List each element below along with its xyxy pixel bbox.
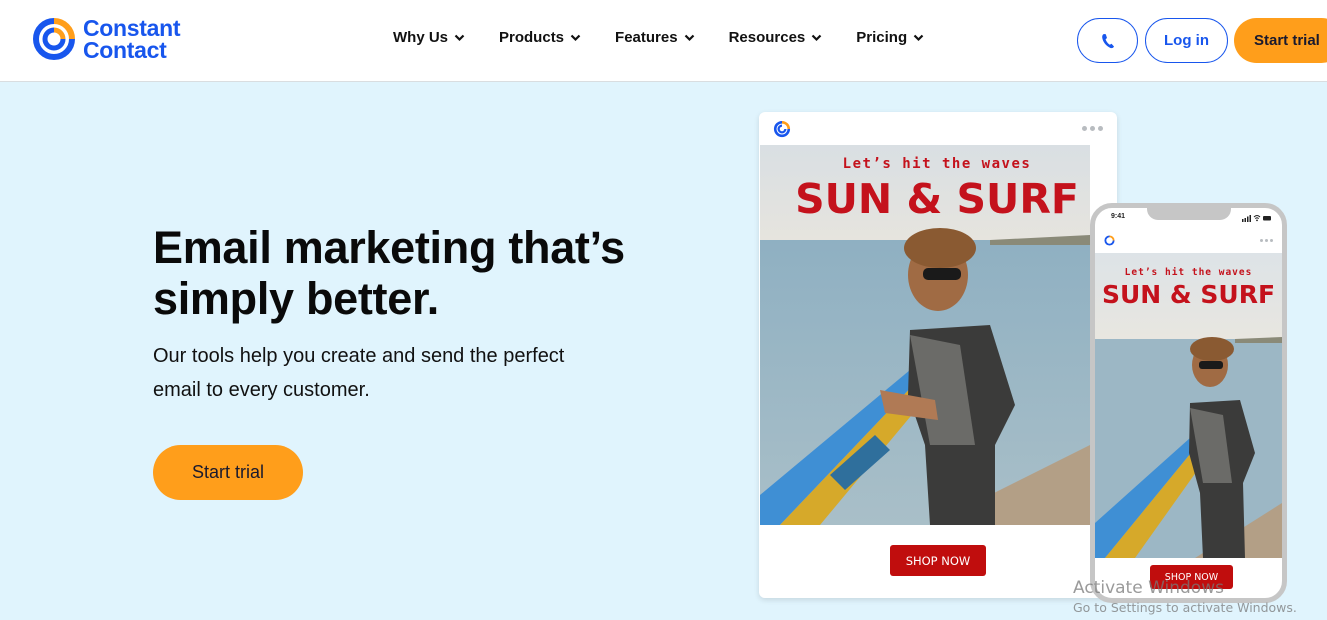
chevron-down-icon — [812, 34, 822, 41]
start-trial-hero-button[interactable]: Start trial — [153, 445, 303, 500]
phone-time: 9:41 — [1111, 213, 1126, 220]
email-headline: SUN & SURF — [795, 175, 1079, 223]
chevron-down-icon — [684, 34, 694, 41]
phone-button[interactable] — [1077, 18, 1138, 63]
phone-icon — [1101, 33, 1114, 48]
hero-title-line-1: Email marketing that’s — [153, 222, 625, 273]
email-kicker: Let’s hit the waves — [842, 156, 1032, 172]
nav-label: Pricing — [856, 29, 908, 46]
hero-title: Email marketing that’s simply better. — [153, 222, 625, 324]
hero-subtitle-line-1: Our tools help you create and send the p… — [153, 345, 565, 367]
nav-resources[interactable]: Resources — [729, 29, 823, 46]
desktop-email-preview: Let’s hit the waves SUN & SURF SHOP NOW — [759, 112, 1117, 598]
logo[interactable]: Constant Contact — [30, 15, 181, 63]
logo-wordmark: Constant Contact — [83, 15, 181, 63]
desktop-email-header: Let’s hit the waves SUN & SURF — [759, 156, 1115, 222]
preview-toolbar — [759, 112, 1117, 145]
chevron-down-icon — [913, 34, 924, 41]
site-header: Constant Contact Why Us Products Feature… — [0, 0, 1327, 82]
phone-notch — [1147, 208, 1231, 220]
nav-label: Products — [499, 29, 565, 46]
nav-label: Features — [615, 29, 678, 46]
shop-now-button[interactable]: SHOP NOW — [890, 545, 986, 576]
nav-features[interactable]: Features — [615, 29, 695, 46]
email-headline: SUN & SURF — [1101, 280, 1276, 309]
status-bar-icons — [1242, 215, 1271, 222]
chevron-down-icon — [454, 34, 465, 41]
nav-pricing[interactable]: Pricing — [856, 29, 924, 46]
shop-now-button[interactable]: SHOP NOW — [1150, 565, 1233, 589]
logo-line-2: Contact — [83, 37, 167, 63]
main-nav: Why Us Products Features Resources Prici… — [393, 29, 924, 46]
nav-why-us[interactable]: Why Us — [393, 29, 465, 46]
more-horizontal-icon — [1082, 126, 1103, 131]
nav-label: Why Us — [393, 29, 449, 46]
email-kicker: Let’s hit the waves — [1124, 267, 1253, 278]
constant-contact-logo-icon — [773, 120, 791, 138]
more-horizontal-icon — [1260, 239, 1273, 242]
mobile-email-preview: 9:41 Let’s hit the waves SUN & SURF SHOP… — [1090, 203, 1287, 603]
constant-contact-logo-icon — [1104, 235, 1115, 246]
constant-contact-logo-icon — [33, 18, 75, 60]
mobile-email-header: Let’s hit the waves SUN & SURF — [1095, 267, 1282, 309]
hero-title-line-2: simply better. — [153, 273, 439, 324]
login-button[interactable]: Log in — [1145, 18, 1228, 63]
chevron-down-icon — [570, 34, 581, 41]
start-trial-header-button[interactable]: Start trial — [1234, 18, 1327, 63]
hero-subtitle-line-2: email to every customer. — [153, 379, 370, 401]
hero-subtitle: Our tools help you create and send the p… — [153, 339, 633, 407]
logo-line-1: Constant — [83, 15, 181, 41]
nav-products[interactable]: Products — [499, 29, 581, 46]
nav-label: Resources — [728, 29, 806, 46]
